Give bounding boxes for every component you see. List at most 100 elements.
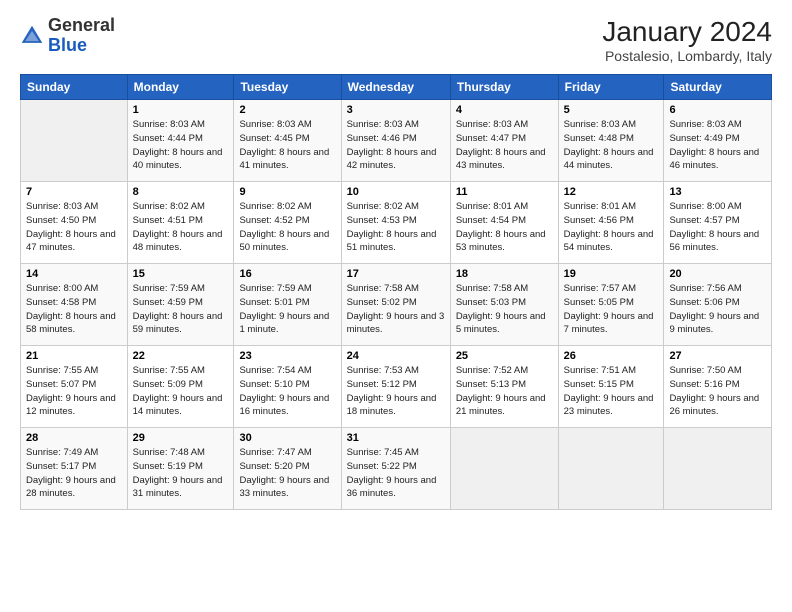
day-number: 22 bbox=[133, 350, 229, 362]
logo-text: General Blue bbox=[48, 16, 115, 56]
day-number: 11 bbox=[456, 186, 553, 198]
header-row: Sunday Monday Tuesday Wednesday Thursday… bbox=[21, 75, 772, 100]
calendar-table: Sunday Monday Tuesday Wednesday Thursday… bbox=[20, 74, 772, 510]
day-info: Sunrise: 7:58 AMSunset: 5:02 PMDaylight:… bbox=[347, 282, 445, 337]
logo-general: General bbox=[48, 15, 115, 35]
day-number: 10 bbox=[347, 186, 445, 198]
logo-icon bbox=[20, 24, 44, 48]
title-block: January 2024 Postalesio, Lombardy, Italy bbox=[602, 16, 772, 64]
day-number: 12 bbox=[564, 186, 659, 198]
month-year: January 2024 bbox=[602, 16, 772, 48]
day-cell: 27 Sunrise: 7:50 AMSunset: 5:16 PMDayligh… bbox=[664, 346, 772, 428]
week-row-4: 28Sunrise: 7:49 AMSunset: 5:17 PMDayligh… bbox=[21, 428, 772, 510]
day-info: Sunrise: 7:45 AMSunset: 5:22 PMDaylight:… bbox=[347, 446, 445, 501]
day-info: Sunrise: 7:51 AMSunset: 5:15 PMDaylight:… bbox=[564, 364, 659, 419]
day-info: Sunrise: 7:56 AMSunset: 5:06 PMDaylight:… bbox=[669, 282, 766, 337]
day-cell: 17Sunrise: 7:58 AMSunset: 5:02 PMDayligh… bbox=[341, 264, 450, 346]
day-cell bbox=[450, 428, 558, 510]
day-info: Sunrise: 8:03 AMSunset: 4:44 PMDaylight:… bbox=[133, 118, 229, 173]
day-number: 7 bbox=[26, 186, 122, 198]
day-number: 25 bbox=[456, 350, 553, 362]
day-info: Sunrise: 7:49 AMSunset: 5:17 PMDaylight:… bbox=[26, 446, 122, 501]
day-cell: 8Sunrise: 8:02 AMSunset: 4:51 PMDaylight… bbox=[127, 182, 234, 264]
day-cell: 16 Sunrise: 7:59 AMSunset: 5:01 PMDayligh… bbox=[234, 264, 341, 346]
week-row-0: 1 Sunrise: 8:03 AMSunset: 4:44 PMDaylight… bbox=[21, 100, 772, 182]
day-cell: 15 Sunrise: 7:59 AMSunset: 4:59 PMDayligh… bbox=[127, 264, 234, 346]
col-friday: Friday bbox=[558, 75, 664, 100]
calendar-body: 1 Sunrise: 8:03 AMSunset: 4:44 PMDaylight… bbox=[21, 100, 772, 510]
day-info: Sunrise: 8:01 AMSunset: 4:56 PMDaylight:… bbox=[564, 200, 659, 255]
day-cell: 18Sunrise: 7:58 AMSunset: 5:03 PMDayligh… bbox=[450, 264, 558, 346]
day-info: Sunrise: 8:01 AMSunset: 4:54 PMDaylight:… bbox=[456, 200, 553, 255]
col-thursday: Thursday bbox=[450, 75, 558, 100]
day-number: 23 bbox=[239, 350, 335, 362]
day-cell bbox=[21, 100, 128, 182]
day-cell: 28Sunrise: 7:49 AMSunset: 5:17 PMDayligh… bbox=[21, 428, 128, 510]
day-info: Sunrise: 8:03 AMSunset: 4:48 PMDaylight:… bbox=[564, 118, 659, 173]
logo-blue: Blue bbox=[48, 35, 87, 55]
day-info: Sunrise: 7:55 AMSunset: 5:09 PMDaylight:… bbox=[133, 364, 229, 419]
day-info: Sunrise: 7:58 AMSunset: 5:03 PMDaylight:… bbox=[456, 282, 553, 337]
day-cell: 5 Sunrise: 8:03 AMSunset: 4:48 PMDaylight… bbox=[558, 100, 664, 182]
day-number: 20 bbox=[669, 268, 766, 280]
day-number: 26 bbox=[564, 350, 659, 362]
day-cell: 13Sunrise: 8:00 AMSunset: 4:57 PMDayligh… bbox=[664, 182, 772, 264]
day-cell: 24Sunrise: 7:53 AMSunset: 5:12 PMDayligh… bbox=[341, 346, 450, 428]
day-info: Sunrise: 8:02 AMSunset: 4:53 PMDaylight:… bbox=[347, 200, 445, 255]
day-cell: 20 Sunrise: 7:56 AMSunset: 5:06 PMDayligh… bbox=[664, 264, 772, 346]
day-cell: 25 Sunrise: 7:52 AMSunset: 5:13 PMDayligh… bbox=[450, 346, 558, 428]
day-number: 1 bbox=[133, 104, 229, 116]
day-number: 14 bbox=[26, 268, 122, 280]
location: Postalesio, Lombardy, Italy bbox=[602, 48, 772, 64]
day-info: Sunrise: 8:03 AMSunset: 4:49 PMDaylight:… bbox=[669, 118, 766, 173]
day-number: 27 bbox=[669, 350, 766, 362]
day-info: Sunrise: 8:02 AMSunset: 4:52 PMDaylight:… bbox=[239, 200, 335, 255]
logo: General Blue bbox=[20, 16, 115, 56]
day-number: 31 bbox=[347, 432, 445, 444]
day-info: Sunrise: 7:59 AMSunset: 5:01 PMDaylight:… bbox=[239, 282, 335, 337]
col-saturday: Saturday bbox=[664, 75, 772, 100]
day-cell: 2Sunrise: 8:03 AMSunset: 4:45 PMDaylight… bbox=[234, 100, 341, 182]
day-cell: 29Sunrise: 7:48 AMSunset: 5:19 PMDayligh… bbox=[127, 428, 234, 510]
week-row-3: 21Sunrise: 7:55 AMSunset: 5:07 PMDayligh… bbox=[21, 346, 772, 428]
day-number: 16 bbox=[239, 268, 335, 280]
day-info: Sunrise: 8:03 AMSunset: 4:50 PMDaylight:… bbox=[26, 200, 122, 255]
day-cell: 6 Sunrise: 8:03 AMSunset: 4:49 PMDaylight… bbox=[664, 100, 772, 182]
day-cell: 21Sunrise: 7:55 AMSunset: 5:07 PMDayligh… bbox=[21, 346, 128, 428]
day-cell: 14 Sunrise: 8:00 AMSunset: 4:58 PMDayligh… bbox=[21, 264, 128, 346]
day-number: 9 bbox=[239, 186, 335, 198]
day-number: 4 bbox=[456, 104, 553, 116]
day-number: 24 bbox=[347, 350, 445, 362]
day-info: Sunrise: 7:48 AMSunset: 5:19 PMDaylight:… bbox=[133, 446, 229, 501]
week-row-2: 14 Sunrise: 8:00 AMSunset: 4:58 PMDayligh… bbox=[21, 264, 772, 346]
day-info: Sunrise: 8:03 AMSunset: 4:45 PMDaylight:… bbox=[239, 118, 335, 173]
day-number: 19 bbox=[564, 268, 659, 280]
day-number: 15 bbox=[133, 268, 229, 280]
day-cell: 1 Sunrise: 8:03 AMSunset: 4:44 PMDaylight… bbox=[127, 100, 234, 182]
day-info: Sunrise: 7:52 AMSunset: 5:13 PMDaylight:… bbox=[456, 364, 553, 419]
day-info: Sunrise: 7:54 AMSunset: 5:10 PMDaylight:… bbox=[239, 364, 335, 419]
day-cell: 23 Sunrise: 7:54 AMSunset: 5:10 PMDayligh… bbox=[234, 346, 341, 428]
day-info: Sunrise: 8:00 AMSunset: 4:58 PMDaylight:… bbox=[26, 282, 122, 337]
day-number: 3 bbox=[347, 104, 445, 116]
day-info: Sunrise: 7:50 AMSunset: 5:16 PMDaylight:… bbox=[669, 364, 766, 419]
day-cell: 12 Sunrise: 8:01 AMSunset: 4:56 PMDayligh… bbox=[558, 182, 664, 264]
day-cell bbox=[664, 428, 772, 510]
day-cell: 31 Sunrise: 7:45 AMSunset: 5:22 PMDayligh… bbox=[341, 428, 450, 510]
day-cell: 22 Sunrise: 7:55 AMSunset: 5:09 PMDayligh… bbox=[127, 346, 234, 428]
day-cell: 9 Sunrise: 8:02 AMSunset: 4:52 PMDaylight… bbox=[234, 182, 341, 264]
day-number: 5 bbox=[564, 104, 659, 116]
header: General Blue January 2024 Postalesio, Lo… bbox=[20, 16, 772, 64]
day-number: 6 bbox=[669, 104, 766, 116]
day-cell: 3Sunrise: 8:03 AMSunset: 4:46 PMDaylight… bbox=[341, 100, 450, 182]
calendar-header: Sunday Monday Tuesday Wednesday Thursday… bbox=[21, 75, 772, 100]
day-cell: 26 Sunrise: 7:51 AMSunset: 5:15 PMDayligh… bbox=[558, 346, 664, 428]
week-row-1: 7 Sunrise: 8:03 AMSunset: 4:50 PMDaylight… bbox=[21, 182, 772, 264]
day-info: Sunrise: 8:02 AMSunset: 4:51 PMDaylight:… bbox=[133, 200, 229, 255]
day-cell: 19Sunrise: 7:57 AMSunset: 5:05 PMDayligh… bbox=[558, 264, 664, 346]
day-info: Sunrise: 7:47 AMSunset: 5:20 PMDaylight:… bbox=[239, 446, 335, 501]
day-cell: 11 Sunrise: 8:01 AMSunset: 4:54 PMDayligh… bbox=[450, 182, 558, 264]
day-info: Sunrise: 7:59 AMSunset: 4:59 PMDaylight:… bbox=[133, 282, 229, 337]
day-info: Sunrise: 8:00 AMSunset: 4:57 PMDaylight:… bbox=[669, 200, 766, 255]
day-number: 30 bbox=[239, 432, 335, 444]
